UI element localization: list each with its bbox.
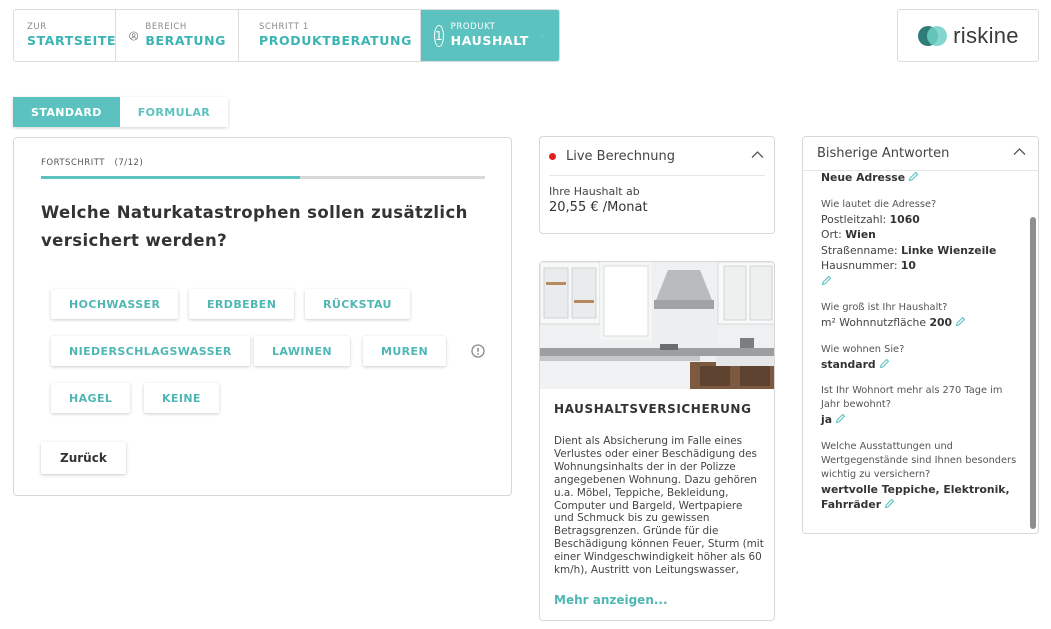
chevron-up-icon[interactable] xyxy=(1013,147,1026,156)
pencil-icon[interactable] xyxy=(884,498,895,509)
answer-question: Wie lautet die Adresse? xyxy=(821,198,937,210)
answer-item: Wie wohnen Sie? standard xyxy=(821,343,1021,373)
nav-step-small: Schritt 1 xyxy=(259,22,309,32)
answer-question: Wie groß ist Ihr Haushalt? xyxy=(821,302,948,313)
nav-product-small: Produkt xyxy=(450,22,496,32)
progress-bar-fill xyxy=(41,176,300,179)
live-calculation-title: Live Berechnung xyxy=(566,148,676,164)
progress-bar xyxy=(41,176,485,179)
option-niederschlagswasser[interactable]: Niederschlagswasser xyxy=(51,336,250,366)
user-circle-icon xyxy=(129,31,139,40)
pencil-icon[interactable] xyxy=(908,171,919,182)
nav-home-small: Zur xyxy=(27,22,47,32)
step-number-badge: 1 xyxy=(434,24,444,47)
nav-area-small: Bereich xyxy=(145,22,187,32)
tab-standard[interactable]: Standard xyxy=(13,97,120,127)
question-card: Fortschritt (7/12) Welche Naturkatastrop… xyxy=(13,137,512,496)
live-price-label: Ihre Haushalt ab xyxy=(549,185,640,198)
previous-answers-list: Neue Adresse Wie lautet die Adresse? Pos… xyxy=(821,171,1021,525)
answer-value: 200 xyxy=(929,316,953,329)
nav-step-produktberatung[interactable]: Schritt 1 Produktberatung xyxy=(239,10,421,61)
nav-product-label: Haushalt xyxy=(450,33,529,48)
divider xyxy=(549,175,765,176)
answer-value: 1060 xyxy=(889,212,920,226)
answer-question: Ist Ihr Wohnort mehr als 270 Tage im Jah… xyxy=(821,385,1003,410)
mode-tabs: Standard Formular xyxy=(13,97,229,127)
answer-value: Linke Wienzeile xyxy=(901,243,997,257)
answer-value: standard xyxy=(821,357,876,371)
answer-item: Wie lautet die Adresse? Postleitzahl: 10… xyxy=(821,198,1021,290)
chevron-down-icon[interactable] xyxy=(540,32,543,40)
tab-formular[interactable]: Formular xyxy=(119,97,229,127)
product-title: Haushaltsversicherung xyxy=(554,402,752,416)
show-more-link[interactable]: Mehr anzeigen... xyxy=(554,593,668,607)
option-hochwasser[interactable]: Hochwasser xyxy=(51,289,179,319)
answer-item: Ist Ihr Wohnort mehr als 270 Tage im Jah… xyxy=(821,384,1021,428)
answer-value: Wien xyxy=(845,228,876,241)
live-calculation-card: Live Berechnung Ihre Haushalt ab 20,55 €… xyxy=(539,136,775,234)
answer-item: Welche Ausstattungen und Wertgegenstände… xyxy=(821,440,1021,513)
answer-value: ja xyxy=(821,413,832,426)
progress-label: Fortschritt (7/12) xyxy=(41,158,143,168)
option-hagel[interactable]: Hagel xyxy=(51,383,131,413)
answer-label: Postleitzahl: xyxy=(821,212,887,226)
answer-label: Ort: xyxy=(821,228,842,241)
product-card: Haushaltsversicherung Dient als Absicher… xyxy=(539,261,775,621)
option-muren[interactable]: Muren xyxy=(363,336,447,366)
answer-label: m² Wohnnutzfläche xyxy=(821,316,927,329)
answer-question: Welche Ausstattungen und Wertgegenstände… xyxy=(821,440,1017,480)
product-description: Dient als Absicherung im Falle eines Ver… xyxy=(554,435,764,577)
option-keine[interactable]: Keine xyxy=(144,383,219,413)
scrollbar[interactable] xyxy=(1030,217,1036,529)
answer-value: wertvolle Teppiche, Elektronik, Fahrräde… xyxy=(821,482,1010,512)
nav-area-label: Beratung xyxy=(145,33,226,48)
nav-home-label: Startseite xyxy=(27,33,117,48)
breadcrumb-nav: Zur Startseite Bereich Beratung Schritt … xyxy=(13,9,560,62)
previous-answers-header[interactable]: Bisherige Antworten xyxy=(803,137,1038,171)
progress-count: (7/12) xyxy=(114,158,144,168)
live-price-value: 20,55 € /Monat xyxy=(549,200,648,215)
pencil-icon[interactable] xyxy=(835,413,846,424)
progress-label-text: Fortschritt xyxy=(41,158,105,168)
nav-product-haushalt[interactable]: 1 Produkt Haushalt xyxy=(421,10,559,61)
exclamation-circle-icon[interactable] xyxy=(471,344,485,358)
live-calculation-header[interactable]: Live Berechnung xyxy=(540,137,774,175)
back-button[interactable]: Zurück xyxy=(41,442,126,474)
pencil-icon[interactable] xyxy=(821,275,832,286)
nav-area-beratung[interactable]: Bereich Beratung xyxy=(116,10,239,61)
option-erdbeben[interactable]: Erdbeben xyxy=(189,289,295,319)
previous-answers-panel: Bisherige Antworten Neue Adresse Wie lau… xyxy=(802,136,1039,534)
answer-item: Wie groß ist Ihr Haushalt? m² Wohnnutzfl… xyxy=(821,301,1021,331)
answer-value: 10 xyxy=(900,259,916,272)
previous-answers-title: Bisherige Antworten xyxy=(817,146,950,161)
chevron-up-icon[interactable] xyxy=(751,150,764,159)
option-rueckstau[interactable]: Rückstau xyxy=(305,289,410,319)
answer-label: Straßenname: xyxy=(821,243,898,257)
pencil-icon[interactable] xyxy=(879,358,890,369)
answer-label: Hausnummer: xyxy=(821,259,898,272)
logo-text: riskine xyxy=(953,22,1019,48)
live-status-dot xyxy=(549,152,556,160)
option-lawinen[interactable]: Lawinen xyxy=(254,336,350,366)
nav-home[interactable]: Zur Startseite xyxy=(14,10,116,61)
question-text: Welche Naturkatastrophen sollen zusätzli… xyxy=(41,203,468,250)
answer-item: Neue Adresse xyxy=(821,170,1021,186)
logo[interactable]: riskine xyxy=(897,9,1039,62)
pencil-icon[interactable] xyxy=(955,316,966,327)
kitchen-image xyxy=(540,262,774,389)
answer-value: Neue Adresse xyxy=(821,171,906,184)
riskine-logo-mark xyxy=(918,25,948,46)
answer-question: Wie wohnen Sie? xyxy=(821,343,905,355)
nav-step-label: Produktberatung xyxy=(259,33,412,48)
